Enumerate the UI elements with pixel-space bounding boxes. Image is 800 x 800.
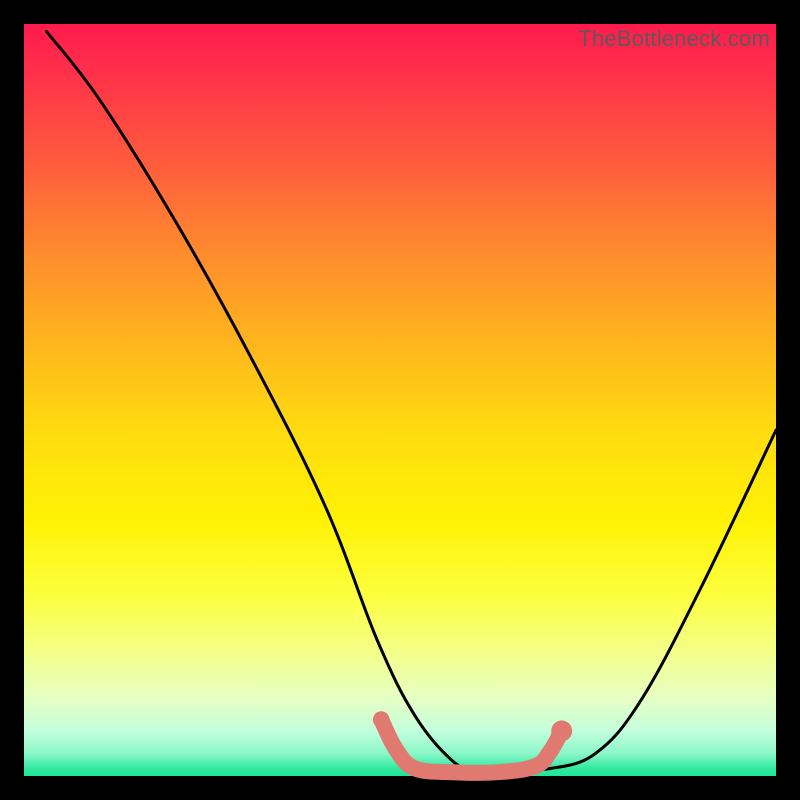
watermark-text: TheBottleneck.com bbox=[578, 26, 770, 52]
highlight-marker bbox=[373, 711, 390, 728]
bottleneck-curve bbox=[47, 32, 776, 770]
highlight-marker bbox=[551, 720, 572, 741]
highlight-marker bbox=[389, 742, 404, 757]
highlight-band bbox=[381, 720, 562, 773]
chart-frame: TheBottleneck.com bbox=[24, 24, 776, 776]
chart-svg bbox=[24, 24, 776, 776]
